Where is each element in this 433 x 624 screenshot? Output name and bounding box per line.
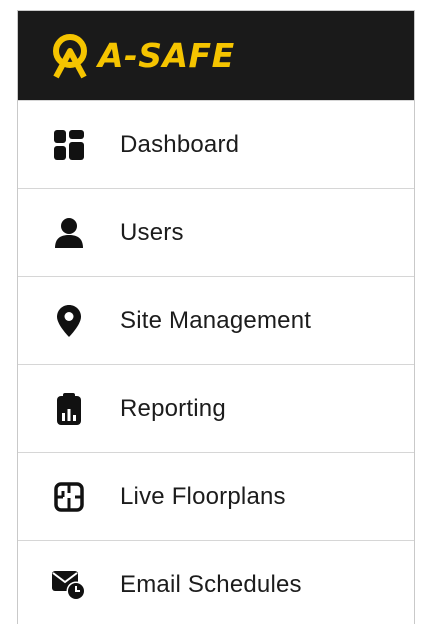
email-schedule-icon [52, 568, 86, 602]
a-safe-logo-icon [53, 33, 87, 78]
nav-item-label: Dashboard [120, 130, 240, 158]
nav-item-dashboard[interactable]: Dashboard [18, 100, 414, 188]
nav-list: Dashboard Users Site Management Reportin… [18, 100, 414, 624]
brand-name: A-SAFE [98, 36, 235, 75]
nav-item-users[interactable]: Users [18, 188, 414, 276]
sidebar-menu: A-SAFE Dashboard Users Site Management R… [17, 10, 415, 624]
nav-item-label: Site Management [120, 306, 312, 334]
nav-item-live-floorplans[interactable]: Live Floorplans [18, 452, 414, 540]
brand-logo[interactable]: A-SAFE [48, 33, 235, 79]
location-pin-icon [52, 304, 86, 338]
nav-item-reporting[interactable]: Reporting [18, 364, 414, 452]
nav-item-label: Email Schedules [120, 570, 302, 598]
nav-item-label: Reporting [120, 394, 226, 422]
sidebar-header: A-SAFE [18, 11, 414, 100]
floorplan-icon [52, 480, 86, 514]
nav-item-label: Users [120, 218, 184, 246]
nav-item-label: Live Floorplans [120, 482, 286, 510]
dashboard-icon [52, 128, 86, 162]
user-icon [52, 216, 86, 250]
nav-item-email-schedules[interactable]: Email Schedules [18, 540, 414, 624]
nav-item-site-management[interactable]: Site Management [18, 276, 414, 364]
report-clipboard-icon [52, 392, 86, 426]
